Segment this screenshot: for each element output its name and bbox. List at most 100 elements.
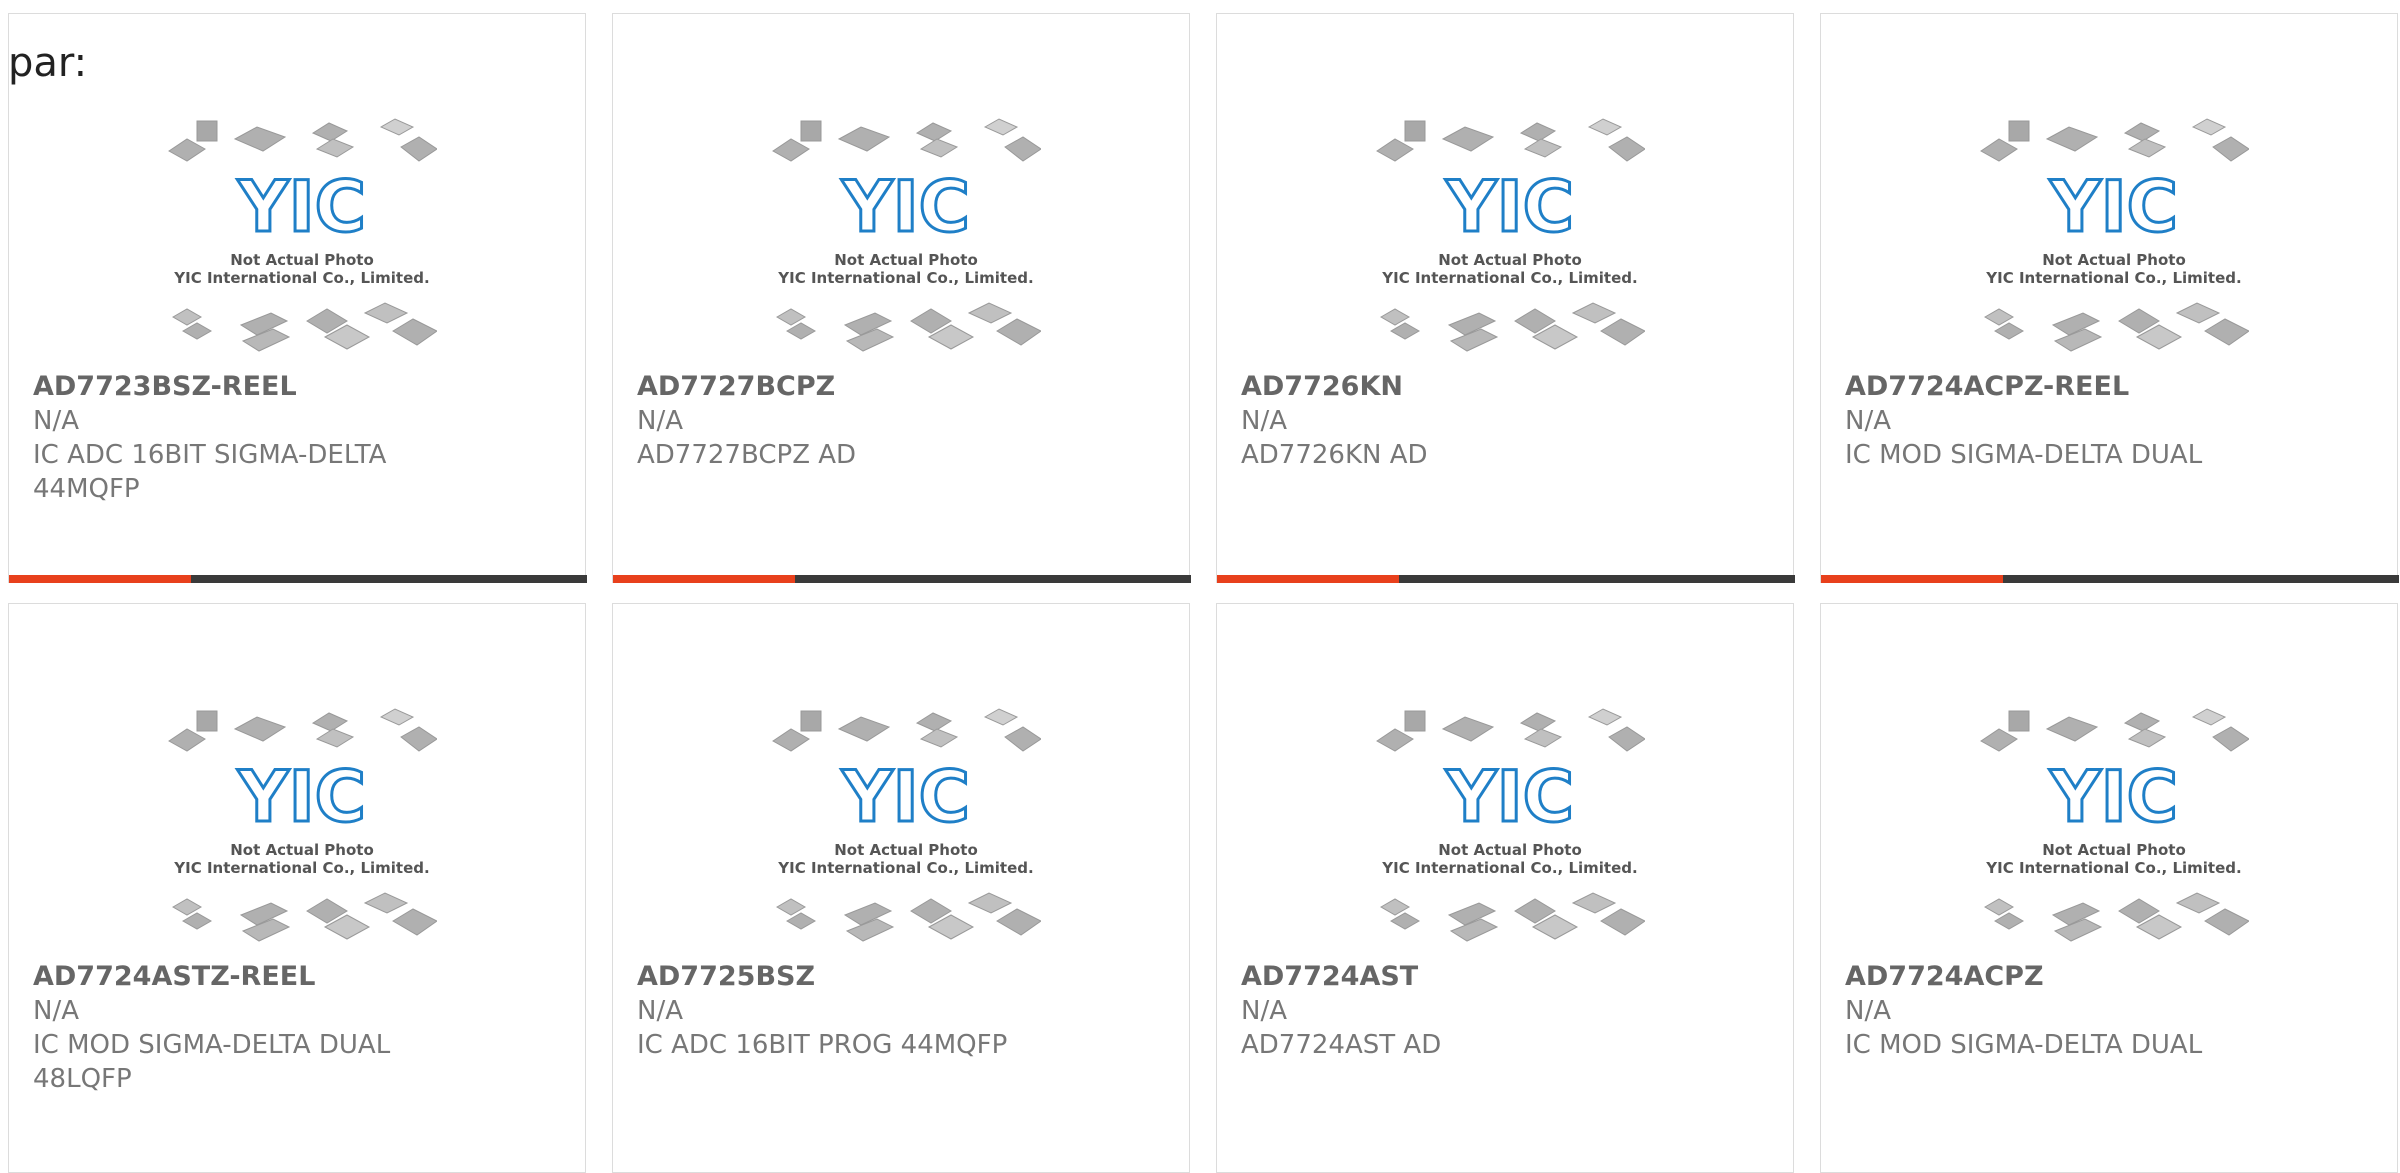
- part-number[interactable]: AD7727BCPZ: [637, 370, 1157, 404]
- yic-logo: YIC: [2049, 166, 2178, 248]
- placeholder-caption-1: Not Actual Photo: [2042, 251, 2186, 269]
- part-number[interactable]: AD7726KN: [1241, 370, 1761, 404]
- stock-status: N/A: [637, 996, 683, 1026]
- part-number[interactable]: AD7724ACPZ-REEL: [1845, 370, 2365, 404]
- card-accent-bar: [613, 575, 795, 583]
- product-card[interactable]: YIC Not Actual Photo YIC International Co.…: [612, 603, 1190, 1173]
- product-card[interactable]: YIC Not Actual Photo YIC International Co.…: [1820, 13, 2399, 583]
- chip-icon: [363, 892, 409, 914]
- placeholder-photo: YIC Not Actual PhotoYIC International Co.…: [1376, 708, 1645, 942]
- chip-icon: [2175, 302, 2221, 324]
- chip-icon: [1004, 726, 1041, 752]
- part-number[interactable]: AD7725BSZ: [637, 960, 1157, 994]
- chip-icon: [1404, 120, 1426, 142]
- chip-icon: [168, 138, 206, 162]
- placeholder-photo: YIC Not Actual PhotoYIC International Co.…: [772, 708, 1041, 942]
- description-line-2: 44MQFP: [33, 474, 140, 504]
- chip-icon: [800, 710, 822, 732]
- chip-icon: [1523, 728, 1563, 748]
- description-line-2: 48LQFP: [33, 1064, 132, 1094]
- placeholder-photo: YIC Not Actual PhotoYIC International Co.…: [1980, 118, 2249, 352]
- placeholder-caption-1: Not Actual Photo: [230, 841, 374, 859]
- part-number[interactable]: AD7723BSZ-REEL: [33, 370, 553, 404]
- chip-icon: [1608, 726, 1645, 752]
- chip-icon: [2051, 902, 2101, 926]
- part-number[interactable]: AD7724ASTZ-REEL: [33, 960, 553, 994]
- part-number[interactable]: AD7724AST: [1241, 960, 1761, 994]
- card-footer-bar: [613, 575, 1191, 583]
- placeholder-photo: YIC Not Actual PhotoYIC International Co.…: [1980, 708, 2249, 942]
- part-number[interactable]: AD7724ACPZ: [1845, 960, 2365, 994]
- chip-icon: [2008, 710, 2030, 732]
- chip-icon: [996, 318, 1041, 346]
- card-footer-bar: [9, 575, 587, 583]
- product-card[interactable]: YIC Not Actual Photo YIC International Co.…: [8, 603, 586, 1173]
- chip-icon: [1587, 708, 1623, 726]
- chip-icon: [843, 902, 893, 926]
- product-card[interactable]: YIC Not Actual Photo YIC International Co.…: [1216, 13, 1795, 583]
- page-heading: par:: [8, 40, 88, 86]
- card-footer-bar: [1217, 575, 1795, 583]
- placeholder-photo: YIC Not Actual PhotoYIC International Co.…: [168, 118, 437, 352]
- card-accent-bar: [1217, 575, 1399, 583]
- chip-icon: [363, 302, 409, 324]
- chip-icon: [392, 318, 437, 346]
- stock-status: N/A: [637, 406, 683, 436]
- chip-icon: [400, 726, 437, 752]
- stock-status: N/A: [1241, 996, 1287, 1026]
- chip-icon: [2212, 726, 2249, 752]
- stock-status: N/A: [33, 996, 79, 1026]
- product-info: AD7723BSZ-REEL N/A IC ADC 16BIT SIGMA-DE…: [33, 370, 553, 506]
- chip-icon: [845, 918, 895, 942]
- product-card[interactable]: YIC Not Actual Photo YIC International Co.…: [8, 13, 587, 583]
- yic-logo: YIC: [237, 166, 366, 248]
- placeholder-caption-2: YIC International Co., Limited.: [173, 269, 429, 287]
- chip-icon: [233, 716, 287, 742]
- placeholder-caption-2: YIC International Co., Limited.: [1985, 269, 2241, 287]
- chip-icon: [241, 918, 291, 942]
- placeholder-caption-2: YIC International Co., Limited.: [1985, 859, 2241, 877]
- product-info: AD7727BCPZ N/A AD7727BCPZ AD: [637, 370, 1157, 472]
- chip-icon: [983, 118, 1019, 136]
- card-accent-bar: [1821, 575, 2003, 583]
- product-card[interactable]: YIC Not Actual Photo YIC International Co.…: [612, 13, 1191, 583]
- chip-icon: [919, 138, 959, 158]
- chip-icon: [1404, 710, 1426, 732]
- yic-logo: YIC: [1445, 756, 1574, 838]
- chip-icon: [2051, 312, 2101, 336]
- chip-icon: [2204, 908, 2249, 936]
- placeholder-caption-1: Not Actual Photo: [834, 841, 978, 859]
- description-line-1: IC ADC 16BIT PROG 44MQFP: [637, 1030, 1008, 1060]
- product-info: AD7724AST N/A AD7724AST AD: [1241, 960, 1761, 1062]
- description-line-1: IC MOD SIGMA-DELTA DUAL: [1845, 1030, 2203, 1060]
- chip-icon: [1600, 908, 1645, 936]
- chip-icon: [800, 120, 822, 142]
- placeholder-caption-1: Not Actual Photo: [834, 251, 978, 269]
- chip-icon: [772, 138, 810, 162]
- chip-icon: [1519, 712, 1557, 732]
- product-card[interactable]: YIC Not Actual Photo YIC International Co.…: [1216, 603, 1794, 1173]
- placeholder-caption-2: YIC International Co., Limited.: [777, 269, 1033, 287]
- chip-icon: [2123, 712, 2161, 732]
- chip-icon: [311, 712, 349, 732]
- chip-icon: [919, 728, 959, 748]
- chip-icon: [1449, 328, 1499, 352]
- product-info: AD7724ASTZ-REEL N/A IC MOD SIGMA-DELTA D…: [33, 960, 553, 1096]
- chip-icon: [2123, 122, 2161, 142]
- chip-icon: [967, 892, 1013, 914]
- card-footer-bar: [1821, 575, 2399, 583]
- placeholder-caption-2: YIC International Co., Limited.: [173, 859, 429, 877]
- stock-status: N/A: [33, 406, 79, 436]
- yic-logo: YIC: [841, 756, 970, 838]
- product-card[interactable]: YIC Not Actual Photo YIC International Co.…: [1820, 603, 2398, 1173]
- chip-icon: [915, 122, 953, 142]
- chip-icon: [2053, 918, 2103, 942]
- chip-icon: [196, 120, 218, 142]
- chip-icon: [1980, 728, 2018, 752]
- placeholder-caption-1: Not Actual Photo: [1438, 251, 1582, 269]
- chip-icon: [2175, 892, 2221, 914]
- product-info: AD7724ACPZ N/A IC MOD SIGMA-DELTA DUAL: [1845, 960, 2365, 1062]
- card-accent-bar: [9, 575, 191, 583]
- chip-icon: [315, 138, 355, 158]
- description-line-1: AD7724AST AD: [1241, 1030, 1442, 1060]
